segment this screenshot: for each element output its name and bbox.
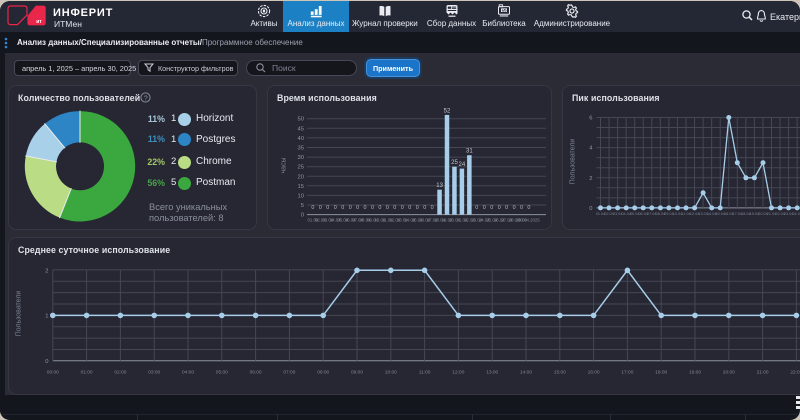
svg-text:0: 0 (589, 206, 592, 212)
svg-text:2: 2 (589, 176, 592, 182)
svg-text:20:00: 20:00 (723, 370, 735, 376)
svg-text:22:00: 22:00 (790, 370, 800, 376)
svg-text:35: 35 (298, 146, 304, 152)
svg-text:17:00: 17:00 (621, 370, 633, 376)
svg-text:0: 0 (311, 205, 314, 211)
svg-text:14:00: 14:00 (520, 370, 532, 376)
svg-text:0: 0 (326, 205, 329, 211)
svg-text:30: 30 (298, 155, 304, 161)
svg-text:0: 0 (334, 205, 337, 211)
svg-text:0: 0 (520, 205, 523, 211)
svg-text:04:00: 04:00 (182, 370, 194, 376)
svg-text:0: 0 (371, 205, 374, 211)
svg-text:25: 25 (298, 165, 304, 171)
svg-text:06:00: 06:00 (250, 370, 262, 376)
svg-text:0: 0 (356, 205, 359, 211)
svg-text:50: 50 (298, 117, 304, 123)
svg-text:a/b: a/b (502, 9, 507, 13)
svg-text:0: 0 (475, 205, 478, 211)
svg-text:30.04.2025: 30.04.2025 (518, 218, 540, 223)
svg-text:1: 1 (45, 314, 48, 320)
svg-text:0: 0 (341, 205, 344, 211)
svg-text:0: 0 (416, 205, 419, 211)
svg-text:0: 0 (349, 205, 352, 211)
svg-text:10:00: 10:00 (385, 370, 397, 376)
svg-text:01:00: 01:00 (81, 370, 93, 376)
svg-text:0: 0 (513, 205, 516, 211)
svg-text:0: 0 (505, 205, 508, 211)
svg-text:09:00: 09:00 (351, 370, 363, 376)
svg-text:07:00: 07:00 (283, 370, 295, 376)
svg-text:0: 0 (498, 205, 501, 211)
svg-text:31: 31 (466, 149, 473, 155)
svg-text:05:00: 05:00 (216, 370, 228, 376)
svg-text:13: 13 (436, 183, 443, 189)
svg-text:52: 52 (444, 108, 451, 114)
svg-text:0: 0 (393, 205, 396, 211)
svg-text:10: 10 (298, 193, 304, 199)
svg-text:13:00: 13:00 (486, 370, 498, 376)
svg-text:2: 2 (45, 268, 48, 274)
svg-text:0: 0 (319, 205, 322, 211)
svg-text:6: 6 (589, 116, 592, 122)
svg-text:02:00: 02:00 (114, 370, 126, 376)
svg-text:15:00: 15:00 (554, 370, 566, 376)
svg-text:0: 0 (527, 205, 530, 211)
svg-text:24.04: 24.04 (792, 212, 800, 216)
svg-text:0: 0 (301, 213, 304, 219)
svg-text:0: 0 (378, 205, 381, 211)
svg-text:45: 45 (298, 126, 304, 132)
svg-text:0: 0 (423, 205, 426, 211)
svg-text:25: 25 (451, 160, 458, 166)
svg-text:11:00: 11:00 (419, 370, 431, 376)
svg-text:19:00: 19:00 (689, 370, 701, 376)
svg-text:0: 0 (45, 359, 48, 365)
svg-text:03:00: 03:00 (148, 370, 160, 376)
svg-text:ит: ит (36, 19, 42, 25)
svg-text:0: 0 (408, 205, 411, 211)
svg-text:18:00: 18:00 (655, 370, 667, 376)
svg-text:0: 0 (386, 205, 389, 211)
svg-text:00:00: 00:00 (47, 370, 59, 376)
svg-text:0: 0 (431, 205, 434, 211)
svg-text:20: 20 (298, 174, 304, 180)
svg-text:0: 0 (401, 205, 404, 211)
svg-text:5: 5 (301, 203, 304, 209)
svg-text:08:00: 08:00 (317, 370, 329, 376)
svg-text:4: 4 (589, 146, 593, 152)
svg-text:21:00: 21:00 (757, 370, 769, 376)
svg-text:40: 40 (298, 136, 304, 142)
svg-text:15: 15 (298, 184, 304, 190)
svg-text:0: 0 (364, 205, 367, 211)
svg-text:16:00: 16:00 (588, 370, 600, 376)
svg-text:12:00: 12:00 (452, 370, 464, 376)
svg-text:0: 0 (483, 205, 486, 211)
svg-text:24: 24 (459, 162, 466, 168)
svg-text:0: 0 (490, 205, 493, 211)
